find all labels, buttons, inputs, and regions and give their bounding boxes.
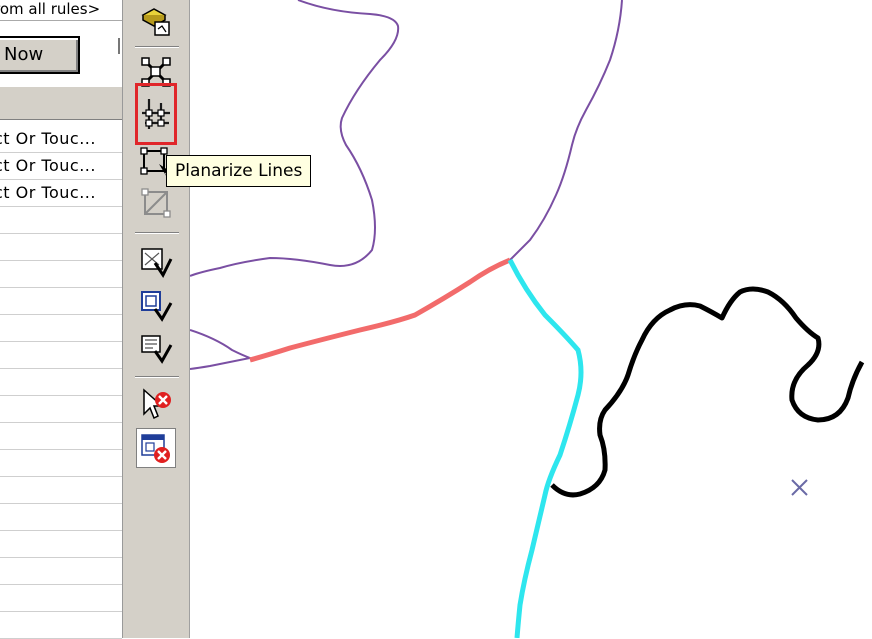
planarize-lines-tooltip: Planarize Lines <box>166 155 312 187</box>
tooltip-text: Planarize Lines <box>175 161 303 181</box>
rule-row[interactable] <box>0 315 122 342</box>
validate-visible-extent-icon <box>141 248 173 278</box>
panel-divider <box>118 38 120 54</box>
rule-row[interactable] <box>0 504 122 531</box>
planarize-lines-button[interactable] <box>135 83 177 145</box>
rule-row[interactable] <box>0 288 122 315</box>
clear-selection-icon <box>143 388 171 420</box>
rules-dropdown[interactable]: rom all rules> <box>0 0 127 21</box>
rule-row[interactable] <box>0 234 122 261</box>
map-drawing <box>190 0 865 638</box>
run-now-button[interactable]: Now <box>0 36 80 74</box>
purple-line-lower <box>190 329 254 370</box>
rule-row[interactable] <box>0 396 122 423</box>
toolbar-separator <box>135 376 179 378</box>
validate-entire-topology-button[interactable] <box>136 328 176 368</box>
rule-row[interactable]: ct Or Touc... <box>0 153 122 180</box>
disabled-tool-button[interactable] <box>136 183 176 223</box>
add-layer-button[interactable] <box>136 2 176 42</box>
rule-row[interactable] <box>0 207 122 234</box>
clear-selection-button[interactable] <box>136 384 176 424</box>
validate-visible-extent-button[interactable] <box>136 242 176 282</box>
rule-list-header[interactable] <box>0 86 122 120</box>
rule-row[interactable] <box>0 450 122 477</box>
clear-selected-errors-icon <box>141 434 170 463</box>
toolbar-separator <box>135 46 179 48</box>
red-line <box>249 257 511 363</box>
purple-line-upper <box>190 0 400 277</box>
rule-row[interactable] <box>0 612 122 639</box>
rules-dropdown-text: rom all rules> <box>0 0 101 18</box>
rule-row[interactable] <box>0 423 122 450</box>
rule-row[interactable] <box>0 477 122 504</box>
map-canvas[interactable] <box>190 0 872 638</box>
validate-topology-button[interactable] <box>136 286 176 326</box>
disabled-tool-icon <box>141 188 171 218</box>
rule-row[interactable] <box>0 558 122 585</box>
rule-row[interactable] <box>0 369 122 396</box>
rule-row[interactable] <box>0 531 122 558</box>
rules-panel: rom all rules> Now ct Or Touc... ct Or T… <box>0 0 127 639</box>
black-line <box>550 286 865 498</box>
rule-row[interactable]: ct Or Touc... <box>0 126 122 153</box>
rule-row[interactable] <box>0 342 122 369</box>
add-layer-icon <box>141 8 170 36</box>
rule-list[interactable]: ct Or Touc... ct Or Touc... ct Or Touc..… <box>0 126 122 639</box>
validate-topology-icon <box>141 291 173 322</box>
planarize-lines-icon <box>142 99 170 129</box>
rule-row[interactable] <box>0 585 122 612</box>
validate-entire-topology-icon <box>141 335 173 364</box>
clear-selected-errors-button[interactable] <box>136 428 176 468</box>
purple-line-right <box>509 0 623 261</box>
x-marker-icon <box>791 479 808 496</box>
cyan-line <box>507 258 584 638</box>
run-now-label: Now <box>4 44 44 65</box>
rule-row[interactable]: ct Or Touc... <box>0 180 122 207</box>
topology-toolbar <box>127 0 190 638</box>
toolbar-separator <box>135 232 179 234</box>
rule-row[interactable] <box>0 261 122 288</box>
